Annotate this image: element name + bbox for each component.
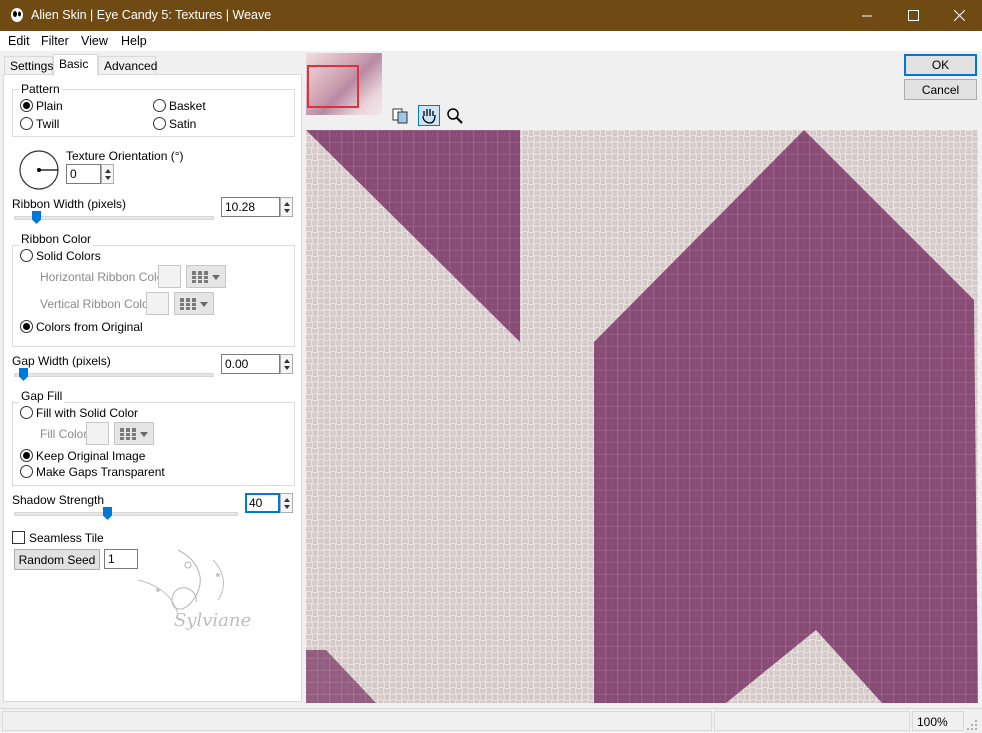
ribbon-width-slider-thumb[interactable] bbox=[32, 211, 41, 224]
fill-color-swatch[interactable] bbox=[86, 422, 109, 445]
solid-colors-radio[interactable] bbox=[20, 249, 33, 262]
keep-original-image-radio[interactable] bbox=[20, 449, 33, 462]
minimize-button[interactable] bbox=[844, 0, 890, 31]
dropdown-arrow-icon bbox=[200, 302, 208, 307]
vertical-ribbon-color-label: Vertical Ribbon Color bbox=[40, 297, 153, 311]
pattern-twill-radio[interactable] bbox=[20, 117, 33, 130]
palette-grid-icon bbox=[120, 428, 136, 440]
seamless-tile-checkbox[interactable] bbox=[12, 531, 25, 544]
watermark-logo: Sylviane bbox=[118, 540, 278, 660]
ok-button[interactable]: OK bbox=[904, 54, 977, 76]
title-bar: Alien Skin | Eye Candy 5: Textures | Wea… bbox=[0, 0, 982, 31]
watermark-text: Sylviane bbox=[174, 610, 252, 631]
palette-grid-icon bbox=[192, 271, 208, 283]
orientation-dial-icon[interactable] bbox=[18, 149, 60, 191]
dropdown-arrow-icon bbox=[140, 432, 148, 437]
toggle-preview-button[interactable] bbox=[389, 105, 411, 126]
pattern-group-label: Pattern bbox=[19, 82, 62, 96]
shadow-strength-label: Shadow Strength bbox=[12, 493, 105, 507]
tab-basic[interactable]: Basic bbox=[53, 54, 98, 76]
fill-color-palette-button[interactable] bbox=[114, 422, 154, 445]
horizontal-ribbon-palette-button[interactable] bbox=[186, 265, 226, 288]
hand-tool-button[interactable] bbox=[418, 105, 440, 126]
maximize-icon bbox=[907, 10, 919, 21]
vertical-ribbon-palette-button[interactable] bbox=[174, 292, 214, 315]
gap-width-slider-track[interactable] bbox=[14, 373, 214, 377]
fill-color-label: Fill Color bbox=[40, 427, 88, 441]
ribbon-width-spinner[interactable] bbox=[280, 197, 293, 217]
vertical-ribbon-color-swatch[interactable] bbox=[146, 292, 169, 315]
keep-original-image-label: Keep Original Image bbox=[36, 449, 146, 463]
pattern-satin-label: Satin bbox=[169, 117, 197, 131]
ribbon-color-group-label: Ribbon Color bbox=[19, 232, 94, 246]
tab-settings[interactable]: Settings bbox=[4, 56, 53, 75]
zoom-level: 100% bbox=[912, 711, 964, 731]
colors-from-original-label: Colors from Original bbox=[36, 320, 143, 334]
ribbon-width-input[interactable]: 10.28 bbox=[221, 197, 280, 217]
random-seed-button[interactable]: Random Seed bbox=[14, 549, 100, 570]
shadow-strength-slider-track[interactable] bbox=[14, 512, 238, 516]
before-after-icon bbox=[392, 108, 408, 124]
resize-grip-icon[interactable] bbox=[966, 719, 978, 731]
preview-canvas[interactable] bbox=[306, 130, 978, 703]
pattern-twill-label: Twill bbox=[36, 117, 60, 131]
minimize-icon bbox=[861, 15, 872, 17]
pattern-plain-label: Plain bbox=[36, 99, 63, 113]
shadow-strength-spinner[interactable] bbox=[280, 493, 293, 513]
window-title: Alien Skin | Eye Candy 5: Textures | Wea… bbox=[31, 8, 272, 22]
maximize-button[interactable] bbox=[890, 0, 936, 31]
seamless-tile-label: Seamless Tile bbox=[29, 531, 104, 545]
menu-filter[interactable]: Filter bbox=[41, 34, 69, 48]
gap-width-slider-thumb[interactable] bbox=[19, 368, 28, 381]
navigator-view-rectangle[interactable] bbox=[307, 65, 359, 108]
gap-fill-group-label: Gap Fill bbox=[19, 389, 65, 403]
tab-advanced[interactable]: Advanced bbox=[98, 56, 157, 75]
close-icon bbox=[953, 10, 965, 21]
magnifier-icon bbox=[447, 108, 463, 124]
shadow-strength-slider-thumb[interactable] bbox=[103, 507, 112, 520]
pattern-satin-radio[interactable] bbox=[153, 117, 166, 130]
hand-icon bbox=[422, 109, 436, 124]
ribbon-width-slider-track[interactable] bbox=[14, 216, 214, 220]
cancel-button[interactable]: Cancel bbox=[904, 79, 977, 100]
alien-skin-app-icon[interactable] bbox=[9, 7, 25, 23]
colors-from-original-radio[interactable] bbox=[20, 320, 33, 333]
menu-view[interactable]: View bbox=[81, 34, 108, 48]
status-bar: 100% bbox=[0, 708, 982, 733]
floral-ornament-icon bbox=[137, 549, 224, 616]
horizontal-ribbon-color-label: Horizontal Ribbon Color bbox=[40, 270, 168, 284]
pattern-basket-label: Basket bbox=[169, 99, 206, 113]
close-button[interactable] bbox=[936, 0, 982, 31]
menu-bar: Edit Filter View Help bbox=[0, 31, 982, 51]
fill-solid-color-label: Fill with Solid Color bbox=[36, 406, 139, 420]
texture-orientation-spinner[interactable] bbox=[101, 164, 114, 184]
shadow-strength-input[interactable]: 40 bbox=[245, 493, 280, 513]
ribbon-width-label: Ribbon Width (pixels) bbox=[12, 197, 127, 211]
weave-preview-image bbox=[306, 130, 978, 703]
menu-edit[interactable]: Edit bbox=[8, 34, 30, 48]
horizontal-ribbon-color-swatch[interactable] bbox=[158, 265, 181, 288]
gap-width-label: Gap Width (pixels) bbox=[12, 354, 111, 368]
texture-orientation-label: Texture Orientation (°) bbox=[66, 149, 184, 163]
gap-width-input[interactable]: 0.00 bbox=[221, 354, 280, 374]
make-gaps-transparent-label: Make Gaps Transparent bbox=[36, 465, 165, 479]
fill-solid-color-radio[interactable] bbox=[20, 406, 33, 419]
pattern-basket-radio[interactable] bbox=[153, 99, 166, 112]
zoom-tool-button[interactable] bbox=[444, 105, 466, 126]
pattern-plain-radio[interactable] bbox=[20, 99, 33, 112]
status-info bbox=[714, 711, 910, 731]
navigator-thumbnail[interactable] bbox=[306, 53, 382, 115]
status-message bbox=[2, 711, 712, 731]
gap-width-spinner[interactable] bbox=[280, 354, 293, 374]
texture-orientation-input[interactable]: 0 bbox=[66, 164, 101, 184]
palette-grid-icon bbox=[180, 298, 196, 310]
make-gaps-transparent-radio[interactable] bbox=[20, 465, 33, 478]
menu-help[interactable]: Help bbox=[121, 34, 147, 48]
dropdown-arrow-icon bbox=[212, 275, 220, 280]
solid-colors-label: Solid Colors bbox=[36, 249, 101, 263]
